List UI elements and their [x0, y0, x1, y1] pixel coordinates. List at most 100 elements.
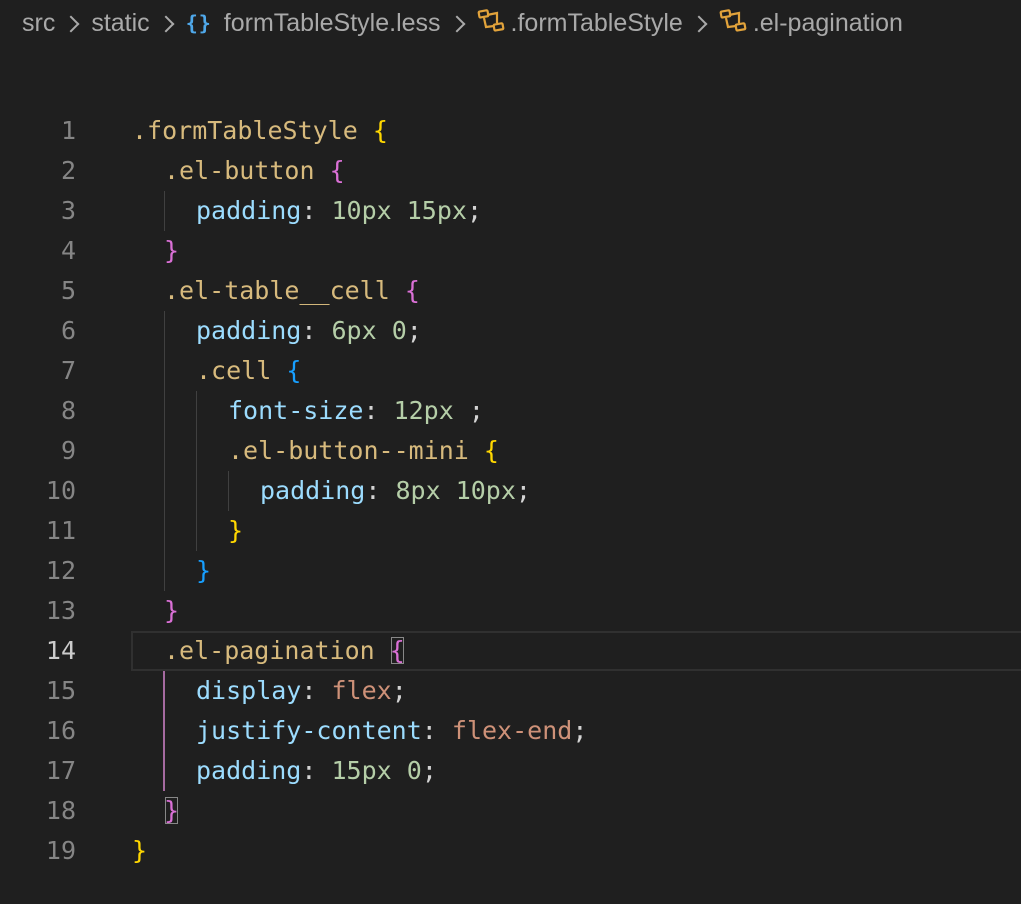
code-line[interactable]: 9 .el-button--mini { — [0, 431, 1021, 471]
code-token: ; — [406, 316, 422, 345]
code-line[interactable]: 5 .el-table__cell { — [0, 271, 1021, 311]
code-text: .cell { — [132, 351, 301, 391]
code-token: } — [196, 556, 212, 585]
line-number: 9 — [60, 436, 76, 465]
code-text: padding: 6px 0; — [132, 311, 422, 351]
code-line[interactable]: 4} — [0, 231, 1021, 271]
line-number: 3 — [60, 196, 76, 225]
code-text: padding: 10px 15px; — [132, 191, 482, 231]
code-token: : — [421, 716, 452, 745]
code-text: padding: 8px 10px; — [132, 471, 531, 511]
code-text: } — [132, 591, 179, 631]
code-token: .el-button--mini — [228, 436, 469, 465]
line-number: 1 — [60, 116, 76, 145]
code-token: ; — [515, 476, 531, 505]
code-text: padding: 15px 0; — [132, 751, 437, 791]
code-token: display — [196, 676, 302, 705]
line-number: 8 — [60, 396, 76, 425]
code-token: } — [228, 516, 244, 545]
code-line[interactable]: 18} — [0, 791, 1021, 831]
code-text: } — [132, 511, 243, 551]
chevron-right-icon — [448, 15, 466, 33]
code-line[interactable]: 1 .formTableStyle { — [0, 111, 1021, 151]
breadcrumb-label: src — [22, 8, 56, 37]
breadcrumb-item-el-pagination[interactable]: .el-pagination — [719, 9, 903, 38]
code-token: ; — [391, 676, 407, 705]
breadcrumb-item-static[interactable]: static — [91, 9, 149, 38]
code-line[interactable]: 2 .el-button { — [0, 151, 1021, 191]
code-token: } — [132, 836, 148, 865]
code-token: : — [301, 756, 332, 785]
line-number: 10 — [45, 476, 76, 505]
code-token: { — [483, 436, 499, 465]
code-token: .cell — [196, 356, 272, 385]
code-token: : — [363, 396, 394, 425]
code-text: .el-pagination { — [132, 631, 405, 671]
code-token: 8px — [395, 476, 441, 505]
code-token: 0 — [391, 316, 407, 345]
code-token: padding — [196, 756, 302, 785]
code-editor[interactable]: 1 .formTableStyle {2 .el-button { 3 padding:… — [0, 111, 1021, 891]
line-number: 13 — [45, 596, 76, 625]
code-token: { — [389, 636, 405, 665]
line-number: 14 — [45, 636, 76, 665]
code-line[interactable]: 17 padding: 15px 0; — [0, 751, 1021, 791]
line-number: 5 — [60, 276, 76, 305]
code-line[interactable]: 12} — [0, 551, 1021, 591]
breadcrumb-label: .formTableStyle — [510, 8, 683, 37]
code-text: } — [132, 231, 179, 271]
code-token: } — [164, 596, 180, 625]
symbol-structure-icon — [719, 9, 747, 32]
code-text: .el-button--mini { — [132, 431, 499, 471]
line-number: 17 — [45, 756, 76, 785]
code-token: : — [301, 676, 332, 705]
code-token: } — [164, 796, 180, 825]
code-text: display: flex; — [132, 671, 407, 711]
code-token: padding — [260, 476, 366, 505]
code-token: 15px — [406, 196, 467, 225]
code-line[interactable]: 10 padding: 8px 10px; — [0, 471, 1021, 511]
code-line[interactable]: 19} — [0, 831, 1021, 871]
code-line[interactable]: 8 font-size: 12px ; — [0, 391, 1021, 431]
breadcrumb-item-file[interactable]: {} formTableStyle.less — [186, 9, 441, 38]
code-token: { — [404, 276, 420, 305]
breadcrumb-item-src[interactable]: src — [22, 9, 55, 38]
line-number: 2 — [60, 156, 76, 185]
line-number: 19 — [45, 836, 76, 865]
code-token: : — [301, 316, 332, 345]
code-token: } — [164, 236, 180, 265]
code-token: 15px — [331, 756, 392, 785]
line-number: 11 — [45, 516, 76, 545]
code-token: flex-end — [451, 716, 573, 745]
code-token: justify-content — [196, 716, 422, 745]
code-token: ; — [453, 396, 484, 425]
code-text: .formTableStyle { — [132, 111, 388, 151]
code-line[interactable]: 3 padding: 10px 15px; — [0, 191, 1021, 231]
code-text: justify-content: flex-end; — [132, 711, 587, 751]
code-token: 12px — [393, 396, 454, 425]
code-line[interactable]: 6 padding: 6px 0; — [0, 311, 1021, 351]
breadcrumb-label: formTableStyle.less — [223, 8, 441, 37]
code-line[interactable]: 11} — [0, 511, 1021, 551]
code-text: font-size: 12px ; — [132, 391, 484, 431]
code-token: : — [365, 476, 396, 505]
code-line[interactable]: 13} — [0, 591, 1021, 631]
code-token: ; — [466, 196, 483, 225]
chevron-right-icon — [690, 15, 708, 33]
line-number: 18 — [45, 796, 76, 825]
code-text: .el-table__cell { — [132, 271, 420, 311]
code-token: { — [286, 356, 302, 385]
code-line[interactable]: 16 justify-content: flex-end; — [0, 711, 1021, 751]
breadcrumb: src static {} formTableStyle.less .formT… — [22, 0, 903, 46]
braces-icon: {} — [185, 11, 212, 35]
code-line[interactable]: 15 display: flex; — [0, 671, 1021, 711]
code-line[interactable]: 14 .el-pagination { — [0, 631, 1021, 671]
code-line[interactable]: 7 .cell { — [0, 351, 1021, 391]
code-token: flex — [331, 676, 392, 705]
breadcrumb-item-formtablestyle[interactable]: .formTableStyle — [477, 9, 683, 38]
